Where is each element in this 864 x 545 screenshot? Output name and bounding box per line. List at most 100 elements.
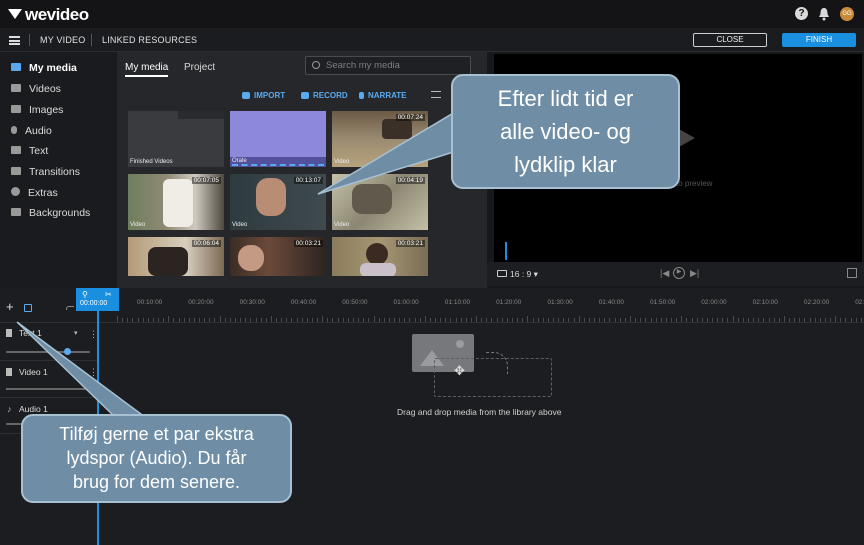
track-label-text: Text 1: [19, 328, 42, 338]
track-divider: [0, 397, 98, 398]
search-icon: [312, 61, 320, 69]
sidebar-item-label: Transitions: [29, 166, 80, 178]
media-item-video[interactable]: 00:13:07 Video: [230, 174, 326, 230]
top-bar: [0, 0, 864, 28]
ruler-tick-label: 00:10:00: [137, 299, 163, 306]
text-track-icon: [6, 329, 12, 337]
media-item-video[interactable]: 00:04:19 Video: [332, 174, 428, 230]
nav-divider: [91, 34, 92, 46]
callout-line: lydspor (Audio). Du får: [66, 448, 247, 468]
cloud-upload-icon: [242, 92, 250, 99]
media-item-video[interactable]: 00:07:05 Video: [128, 174, 224, 230]
track-volume-slider[interactable]: [6, 351, 90, 353]
preview-hint: to preview: [676, 179, 713, 188]
music-note-icon: [11, 126, 17, 134]
sidebar-item-text[interactable]: Text: [11, 145, 48, 157]
sidebar-item-label: Images: [29, 104, 64, 116]
logo-text: wevideo: [25, 5, 89, 24]
linked-resources-link[interactable]: LINKED RESOURCES: [102, 35, 197, 45]
sidebar-item-videos[interactable]: Videos: [11, 83, 61, 95]
duration-badge: 00:03:21: [293, 240, 323, 247]
duration-badge: 00:13:07: [293, 177, 323, 184]
ruler-tick-label: 00:50:00: [342, 299, 368, 306]
ruler-tick-label: 00:30:00: [239, 299, 265, 306]
aspect-ratio-select[interactable]: 16 : 9 ▾: [510, 269, 538, 280]
sort-icon[interactable]: [431, 91, 441, 98]
sidebar-item-label: Videos: [29, 83, 61, 95]
smiley-icon: [11, 187, 20, 196]
microphone-icon: [359, 92, 364, 99]
track-volume-slider[interactable]: [6, 388, 90, 390]
callout-line: Efter lidt tid er: [497, 86, 634, 111]
camera-icon: [301, 92, 309, 99]
media-item-label: Video: [334, 159, 350, 165]
narrate-button[interactable]: NARRATE: [359, 91, 407, 100]
wevideo-logo[interactable]: wevideo: [8, 5, 89, 25]
media-item-audio[interactable]: Orale: [230, 111, 326, 167]
ruler-tick-label: 02:10:00: [752, 299, 778, 306]
sidebar-item-backgrounds[interactable]: Backgrounds: [11, 207, 90, 219]
finish-button[interactable]: FINISH: [782, 33, 856, 47]
callout-line: alle video- og: [500, 119, 631, 144]
volume-slider-thumb[interactable]: [64, 348, 71, 355]
sidebar-item-transitions[interactable]: Transitions: [11, 166, 80, 178]
play-icon[interactable]: ▶: [673, 267, 685, 279]
my-video-link[interactable]: MY VIDEO: [40, 35, 85, 45]
aspect-ratio-icon: [497, 270, 507, 277]
tab-project[interactable]: Project: [184, 62, 215, 73]
ruler-tick-label: 02:20:00: [803, 299, 830, 306]
preview-scrubber[interactable]: [505, 242, 507, 260]
track-divider: [0, 360, 98, 361]
playhead-time: 00:00:00: [80, 300, 108, 307]
skip-forward-icon[interactable]: ▶|: [690, 268, 699, 279]
fullscreen-icon[interactable]: [847, 268, 857, 278]
duration-badge: 00:04:19: [395, 177, 425, 184]
import-button[interactable]: IMPORT: [242, 91, 285, 100]
record-label: RECORD: [313, 91, 348, 100]
callout-line: brug for dem senere.: [72, 472, 241, 492]
transitions-icon: [11, 167, 21, 175]
ruler-tick-label: 01:00:00: [393, 299, 419, 306]
media-item-video[interactable]: 00:07:24 Video: [332, 111, 428, 167]
record-button[interactable]: RECORD: [301, 91, 348, 100]
sidebar-item-label: Backgrounds: [29, 207, 91, 219]
video-track-icon: [6, 368, 12, 376]
track-dropdown-icon[interactable]: ▾: [74, 329, 78, 337]
avatar[interactable]: GG: [840, 7, 854, 21]
bell-icon[interactable]: [818, 7, 830, 21]
sidebar-item-label: Audio: [25, 125, 52, 137]
scissors-icon[interactable]: ✂: [105, 290, 112, 299]
sidebar-item-extras[interactable]: Extras: [11, 187, 58, 199]
media-item-video[interactable]: 00:06:04: [128, 237, 224, 276]
duration-badge: 00:07:05: [191, 177, 221, 184]
media-item-label: Finished Videos: [130, 159, 173, 165]
ruler-tick-label: 00:40:00: [290, 299, 317, 306]
sidebar-item-audio[interactable]: Audio: [11, 125, 52, 137]
media-item-video[interactable]: 00:03:21: [230, 237, 326, 276]
close-button[interactable]: CLOSE: [693, 33, 767, 47]
ruler-tick-label: 01:40:00: [598, 299, 624, 306]
callout-line: lydklip klar: [514, 152, 617, 177]
hamburger-menu-icon[interactable]: [9, 36, 20, 45]
sidebar-item-images[interactable]: Images: [11, 104, 63, 116]
help-icon[interactable]: ?: [795, 7, 808, 20]
film-icon: [11, 84, 21, 92]
media-item-video[interactable]: 00:03:21: [332, 237, 428, 276]
add-track-icon[interactable]: +: [6, 300, 14, 313]
duration-badge: 00:03:21: [395, 240, 425, 247]
track-label-audio: Audio 1: [19, 404, 48, 414]
track-settings-icon[interactable]: [24, 304, 32, 312]
sidebar-item-my-media[interactable]: My media: [11, 62, 77, 74]
skip-back-icon[interactable]: |◀: [660, 268, 669, 279]
ruler-tick-label: 00:20:00: [188, 299, 214, 306]
callout-add-audio-tracks: Tilføj gerne et par ekstra lydspor (Audi…: [21, 414, 292, 503]
media-item-folder[interactable]: Finished Videos: [128, 111, 224, 167]
tab-my-media[interactable]: My media: [125, 62, 169, 77]
ruler-tick-label: 02:00:00: [701, 299, 727, 306]
duration-badge: 00:07:24: [395, 114, 425, 121]
nav-divider: [29, 34, 30, 46]
music-note-icon: ♪: [7, 404, 12, 414]
undo-icon[interactable]: [66, 306, 74, 310]
search-input[interactable]: Search my media: [305, 56, 471, 75]
image-icon: [11, 105, 21, 113]
